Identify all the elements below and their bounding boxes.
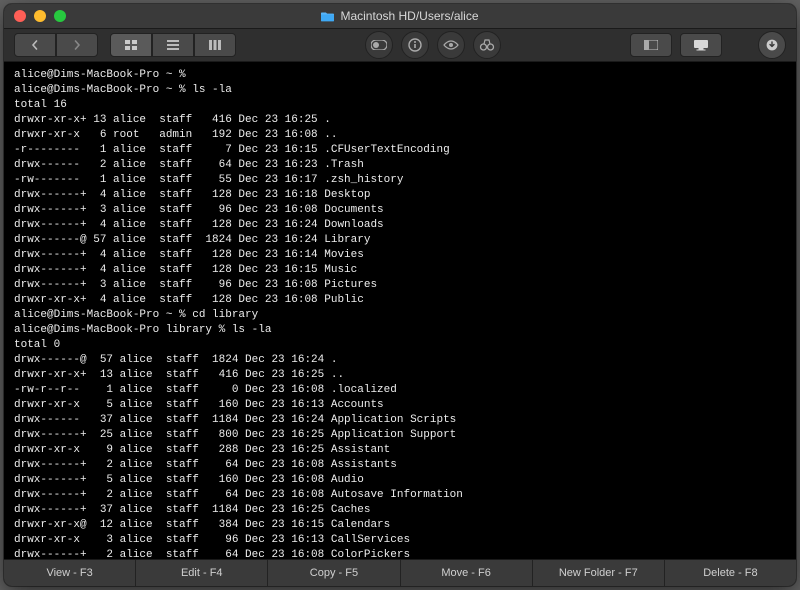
view-mode-group bbox=[110, 33, 236, 57]
terminal-line: drwxr-xr-x 9 alice staff 288 Dec 23 16:2… bbox=[14, 443, 786, 458]
download-button[interactable] bbox=[758, 31, 786, 59]
columns-icon bbox=[209, 40, 221, 50]
footer-bar: View - F3 Edit - F4 Copy - F5 Move - F6 … bbox=[4, 559, 796, 586]
terminal-line: alice@Dims-MacBook-Pro ~ % ls -la bbox=[14, 83, 786, 98]
terminal-line: -rw-r--r-- 1 alice staff 0 Dec 23 16:08 … bbox=[14, 383, 786, 398]
zoom-window-button[interactable] bbox=[54, 10, 66, 22]
traffic-lights bbox=[4, 10, 66, 22]
titlebar: Macintosh HD/Users/alice bbox=[4, 4, 796, 28]
window-title-text: Macintosh HD/Users/alice bbox=[340, 9, 478, 23]
terminal-line: drwx------@ 57 alice staff 1824 Dec 23 1… bbox=[14, 233, 786, 248]
display-icon bbox=[693, 40, 709, 51]
terminal-line: drwx------ 37 alice staff 1184 Dec 23 16… bbox=[14, 413, 786, 428]
app-window: Macintosh HD/Users/alice bbox=[4, 4, 796, 586]
path-button[interactable] bbox=[680, 33, 722, 57]
footer-view-button[interactable]: View - F3 bbox=[4, 560, 136, 586]
terminal-line: drwx------+ 3 alice staff 96 Dec 23 16:0… bbox=[14, 278, 786, 293]
center-actions bbox=[365, 31, 501, 59]
terminal-line: drwxr-xr-x 6 root admin 192 Dec 23 16:08… bbox=[14, 128, 786, 143]
terminal-line: total 16 bbox=[14, 98, 786, 113]
terminal-line: drwx------+ 37 alice staff 1184 Dec 23 1… bbox=[14, 503, 786, 518]
terminal-line: drwx------+ 5 alice staff 160 Dec 23 16:… bbox=[14, 473, 786, 488]
sidebar-toggle-button[interactable] bbox=[630, 33, 672, 57]
close-window-button[interactable] bbox=[14, 10, 26, 22]
terminal-line: -rw------- 1 alice staff 55 Dec 23 16:17… bbox=[14, 173, 786, 188]
terminal-line: drwx------+ 2 alice staff 64 Dec 23 16:0… bbox=[14, 488, 786, 503]
binoculars-icon bbox=[479, 39, 495, 51]
footer-newfolder-button[interactable]: New Folder - F7 bbox=[533, 560, 665, 586]
terminal-line: drwxr-xr-x@ 12 alice staff 384 Dec 23 16… bbox=[14, 518, 786, 533]
right-actions bbox=[630, 31, 786, 59]
terminal-line: drwx------@ 57 alice staff 1824 Dec 23 1… bbox=[14, 353, 786, 368]
info-icon bbox=[408, 38, 422, 52]
view-list-button[interactable] bbox=[152, 33, 194, 57]
terminal-line: alice@Dims-MacBook-Pro ~ % bbox=[14, 68, 786, 83]
grid-icon bbox=[125, 40, 137, 50]
chevron-left-icon bbox=[30, 40, 40, 50]
terminal-line: alice@Dims-MacBook-Pro ~ % cd library bbox=[14, 308, 786, 323]
eye-icon bbox=[443, 40, 459, 50]
chevron-right-icon bbox=[72, 40, 82, 50]
download-icon bbox=[766, 39, 778, 51]
terminal-line: drwxr-xr-x+ 13 alice staff 416 Dec 23 16… bbox=[14, 368, 786, 383]
info-button[interactable] bbox=[401, 31, 429, 59]
terminal-line: alice@Dims-MacBook-Pro library % ls -la bbox=[14, 323, 786, 338]
terminal-line: -r-------- 1 alice staff 7 Dec 23 16:15 … bbox=[14, 143, 786, 158]
terminal-line: total 0 bbox=[14, 338, 786, 353]
folder-icon bbox=[321, 10, 334, 23]
terminal-line: drwx------+ 4 alice staff 128 Dec 23 16:… bbox=[14, 248, 786, 263]
terminal-line: drwx------+ 3 alice staff 96 Dec 23 16:0… bbox=[14, 203, 786, 218]
list-icon bbox=[167, 40, 179, 50]
terminal-line: drwx------+ 4 alice staff 128 Dec 23 16:… bbox=[14, 188, 786, 203]
terminal-line: drwxr-xr-x+ 13 alice staff 416 Dec 23 16… bbox=[14, 113, 786, 128]
footer-edit-button[interactable]: Edit - F4 bbox=[136, 560, 268, 586]
minimize-window-button[interactable] bbox=[34, 10, 46, 22]
footer-copy-button[interactable]: Copy - F5 bbox=[268, 560, 400, 586]
terminal-line: drwx------+ 4 alice staff 128 Dec 23 16:… bbox=[14, 263, 786, 278]
terminal-output[interactable]: alice@Dims-MacBook-Pro ~ %alice@Dims-Mac… bbox=[4, 62, 796, 559]
forward-button[interactable] bbox=[56, 33, 98, 57]
terminal-line: drwxr-xr-x 3 alice staff 96 Dec 23 16:13… bbox=[14, 533, 786, 548]
toolbar bbox=[4, 28, 796, 62]
terminal-line: drwx------ 2 alice staff 64 Dec 23 16:23… bbox=[14, 158, 786, 173]
nav-group bbox=[14, 33, 98, 57]
preview-button[interactable] bbox=[437, 31, 465, 59]
footer-delete-button[interactable]: Delete - F8 bbox=[665, 560, 796, 586]
toggle-button[interactable] bbox=[365, 31, 393, 59]
toggle-icon bbox=[371, 40, 387, 50]
terminal-line: drwx------+ 25 alice staff 800 Dec 23 16… bbox=[14, 428, 786, 443]
terminal-line: drwxr-xr-x 5 alice staff 160 Dec 23 16:1… bbox=[14, 398, 786, 413]
terminal-line: drwx------+ 2 alice staff 64 Dec 23 16:0… bbox=[14, 548, 786, 559]
terminal-line: drwxr-xr-x+ 4 alice staff 128 Dec 23 16:… bbox=[14, 293, 786, 308]
footer-move-button[interactable]: Move - F6 bbox=[401, 560, 533, 586]
view-columns-button[interactable] bbox=[194, 33, 236, 57]
back-button[interactable] bbox=[14, 33, 56, 57]
sidebar-icon bbox=[644, 40, 658, 50]
view-icons-button[interactable] bbox=[110, 33, 152, 57]
terminal-line: drwx------+ 4 alice staff 128 Dec 23 16:… bbox=[14, 218, 786, 233]
terminal-line: drwx------+ 2 alice staff 64 Dec 23 16:0… bbox=[14, 458, 786, 473]
window-title: Macintosh HD/Users/alice bbox=[4, 9, 796, 23]
binoculars-button[interactable] bbox=[473, 31, 501, 59]
